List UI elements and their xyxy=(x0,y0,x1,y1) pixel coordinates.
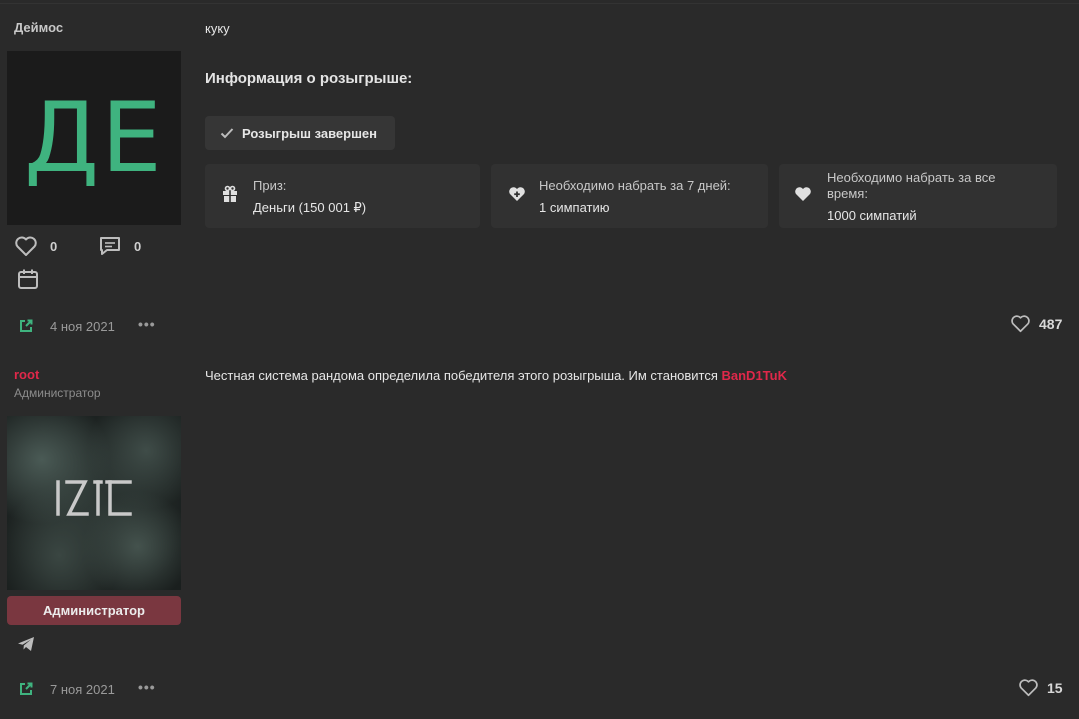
heart-icon xyxy=(795,187,811,201)
prize-label: Приз: xyxy=(253,178,287,193)
username[interactable]: root xyxy=(14,367,39,382)
total-likes-label: Необходимо набрать за все время: xyxy=(827,170,996,201)
admin-banner: Администратор xyxy=(7,596,181,625)
total-likes-value: 1000 симпатий xyxy=(827,208,917,223)
share-link-icon[interactable] xyxy=(19,682,33,696)
reaction-count: 487 xyxy=(1039,315,1063,332)
weekly-likes-card: Необходимо набрать за 7 дней: 1 симпатию xyxy=(491,164,768,228)
username[interactable]: Деймос xyxy=(14,20,63,35)
weekly-likes-value: 1 симпатию xyxy=(539,200,610,215)
post-date[interactable]: 4 ноя 2021 xyxy=(50,319,115,334)
user-title: Администратор xyxy=(14,386,101,400)
likes-stat: 0 xyxy=(14,235,57,257)
heart-outline-icon xyxy=(1011,315,1030,333)
share-link-icon[interactable] xyxy=(19,319,33,333)
prize-card: Приз: Деньги (150 001 ₽) xyxy=(205,164,480,228)
avatar[interactable]: ДЕ xyxy=(7,51,181,225)
heart-outline-icon xyxy=(15,236,37,256)
check-icon xyxy=(220,128,234,139)
reaction-count: 15 xyxy=(1047,679,1063,696)
giveaway-status-chip: Розыгрыш завершен xyxy=(205,116,395,150)
message-icon xyxy=(100,237,120,255)
gift-icon xyxy=(223,185,237,202)
messages-stat: 0 xyxy=(98,235,141,257)
heart-outline-icon xyxy=(1019,679,1038,697)
message-text: Честная система рандома определила побед… xyxy=(205,368,722,383)
heart-plus-icon xyxy=(509,187,525,201)
post-date[interactable]: 7 ноя 2021 xyxy=(50,682,115,697)
total-likes-card: Необходимо набрать за все время: 1000 си… xyxy=(779,164,1057,228)
avatar-logo xyxy=(56,480,132,516)
weekly-likes-label: Необходимо набрать за 7 дней: xyxy=(539,178,731,193)
reaction-summary[interactable]: 15 xyxy=(1018,678,1063,697)
avatar-initials: ДЕ xyxy=(24,82,164,194)
post-message: Честная система рандома определила побед… xyxy=(205,368,787,383)
messages-count: 0 xyxy=(134,238,142,254)
post-root: root Администратор Администратор 7 ноя 2… xyxy=(0,352,1079,719)
reaction-summary[interactable]: 487 xyxy=(1010,314,1062,333)
giveaway-status: Розыгрыш завершен xyxy=(242,125,378,141)
likes-count: 0 xyxy=(50,238,58,254)
calendar-icon xyxy=(18,269,38,289)
giveaway-title: Информация о розыгрыше: xyxy=(205,70,413,87)
prize-value: Деньги (150 001 ₽) xyxy=(253,200,367,215)
more-options-icon[interactable]: ••• xyxy=(138,679,156,695)
post-deimos: Деймос ДЕ 0 0 4 ноя 2021 ••• куку Информ… xyxy=(0,0,1079,352)
avatar[interactable] xyxy=(7,416,181,590)
winner-username[interactable]: BanD1TuK xyxy=(722,368,787,383)
more-options-icon[interactable]: ••• xyxy=(138,316,156,332)
telegram-icon[interactable] xyxy=(17,636,35,652)
post-message: куку xyxy=(205,21,230,36)
